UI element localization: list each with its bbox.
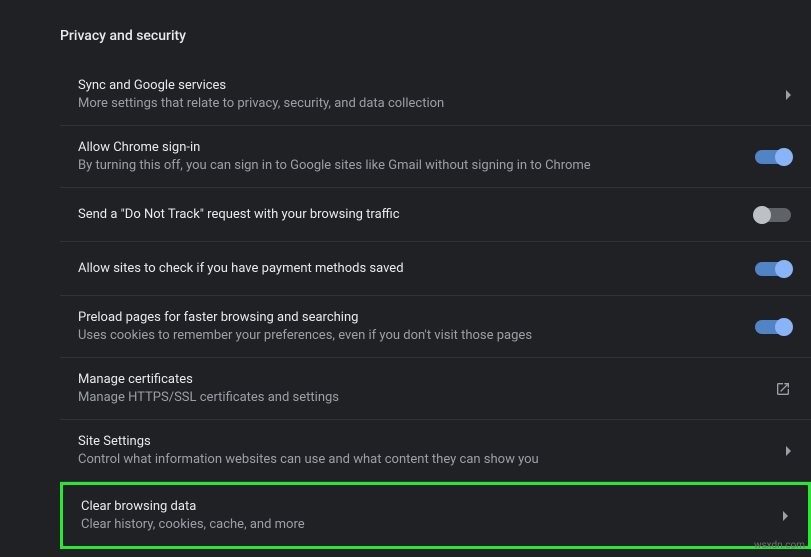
watermark: wsxdn.com xyxy=(754,540,805,551)
sync-google-services-item[interactable]: Sync and Google services More settings t… xyxy=(60,64,811,126)
item-text: Preload pages for faster browsing and se… xyxy=(78,310,755,343)
item-title: Site Settings xyxy=(78,434,776,449)
item-subtitle: Manage HTTPS/SSL certificates and settin… xyxy=(78,390,765,405)
payment-methods-check-item[interactable]: Allow sites to check if you have payment… xyxy=(60,242,811,296)
item-text: Site Settings Control what information w… xyxy=(78,434,776,467)
item-title: Preload pages for faster browsing and se… xyxy=(78,310,755,325)
item-text: Sync and Google services More settings t… xyxy=(78,78,776,111)
item-text: Allow Chrome sign-in By turning this off… xyxy=(78,140,755,173)
item-text: Clear browsing data Clear history, cooki… xyxy=(81,499,773,532)
toggle-thumb xyxy=(775,318,793,336)
allow-chrome-signin-toggle[interactable] xyxy=(755,150,791,164)
item-text: Send a "Do Not Track" request with your … xyxy=(78,207,755,222)
item-subtitle: By turning this off, you can sign in to … xyxy=(78,158,755,173)
highlight-box: Clear browsing data Clear history, cooki… xyxy=(60,482,811,549)
item-title: Manage certificates xyxy=(78,372,765,387)
item-subtitle: Clear history, cookies, cache, and more xyxy=(81,517,773,532)
item-text: Manage certificates Manage HTTPS/SSL cer… xyxy=(78,372,765,405)
toggle-thumb xyxy=(753,206,771,224)
item-subtitle: Control what information websites can us… xyxy=(78,452,776,467)
chevron-right-icon xyxy=(786,90,791,100)
chevron-right-icon xyxy=(783,511,788,521)
item-text: Allow sites to check if you have payment… xyxy=(78,261,755,276)
do-not-track-item[interactable]: Send a "Do Not Track" request with your … xyxy=(60,188,811,242)
toggle-thumb xyxy=(775,260,793,278)
external-link-icon xyxy=(775,381,791,397)
section-title: Privacy and security xyxy=(60,28,811,44)
preload-pages-toggle[interactable] xyxy=(755,320,791,334)
item-title: Sync and Google services xyxy=(78,78,776,93)
manage-certificates-item[interactable]: Manage certificates Manage HTTPS/SSL cer… xyxy=(60,358,811,420)
payment-methods-toggle[interactable] xyxy=(755,262,791,276)
item-title: Allow sites to check if you have payment… xyxy=(78,261,755,276)
item-title: Send a "Do Not Track" request with your … xyxy=(78,207,755,222)
allow-chrome-signin-item[interactable]: Allow Chrome sign-in By turning this off… xyxy=(60,126,811,188)
settings-list: Sync and Google services More settings t… xyxy=(60,64,811,549)
site-settings-item[interactable]: Site Settings Control what information w… xyxy=(60,420,811,482)
preload-pages-item[interactable]: Preload pages for faster browsing and se… xyxy=(60,296,811,358)
chevron-right-icon xyxy=(786,446,791,456)
item-subtitle: More settings that relate to privacy, se… xyxy=(78,96,776,111)
clear-browsing-data-item[interactable]: Clear browsing data Clear history, cooki… xyxy=(63,485,808,546)
do-not-track-toggle[interactable] xyxy=(755,208,791,222)
toggle-thumb xyxy=(775,148,793,166)
item-title: Allow Chrome sign-in xyxy=(78,140,755,155)
item-title: Clear browsing data xyxy=(81,499,773,514)
item-subtitle: Uses cookies to remember your preference… xyxy=(78,328,755,343)
